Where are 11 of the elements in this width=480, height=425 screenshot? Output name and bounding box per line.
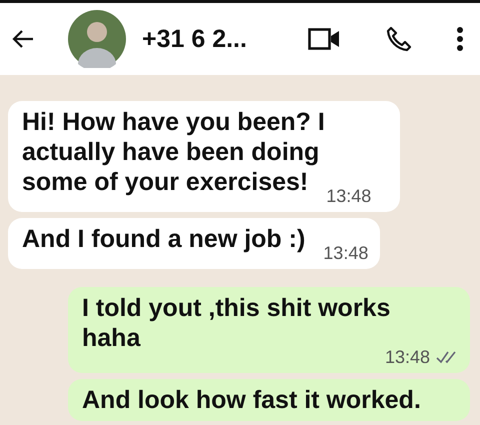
message-text: And look how fast it worked. [82,385,422,415]
message-time: 13:48 [326,186,372,206]
phone-icon[interactable] [386,26,412,52]
menu-icon[interactable] [456,26,464,52]
back-arrow-icon[interactable] [12,29,34,49]
video-call-icon[interactable] [308,28,340,50]
message-text: And I found a new job :) [22,225,306,253]
message-text: Hi! How have you been? I actually have been doing some of your exercises! [22,108,325,196]
contact-name[interactable]: +31 6 2... [142,24,262,54]
avatar[interactable] [68,10,126,68]
message-time: 13:48 [323,243,368,263]
